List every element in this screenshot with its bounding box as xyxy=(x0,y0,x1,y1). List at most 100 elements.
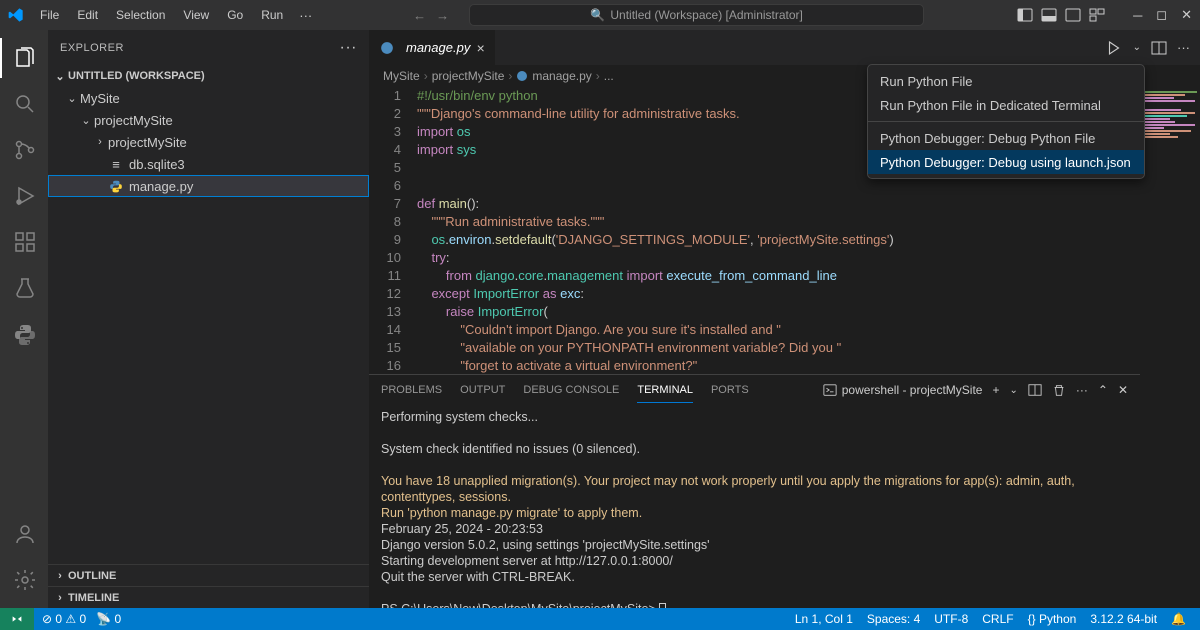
nav-forward-icon[interactable]: → xyxy=(436,8,449,23)
python-file-icon xyxy=(108,178,124,194)
status-item[interactable]: Ln 1, Col 1 xyxy=(795,612,853,626)
panel-tab-terminal[interactable]: TERMINAL xyxy=(637,378,693,403)
workspace-root[interactable]: ⌄ UNTITLED (WORKSPACE) xyxy=(48,65,369,87)
minimap[interactable] xyxy=(1140,87,1200,608)
split-terminal-icon[interactable] xyxy=(1028,383,1042,397)
panel-maximize-icon[interactable]: ⌃ xyxy=(1098,383,1108,397)
breadcrumb-part[interactable]: manage.py xyxy=(532,69,591,83)
menu-selection[interactable]: Selection xyxy=(108,4,173,26)
activity-run-debug[interactable] xyxy=(0,176,48,216)
explorer-more-icon[interactable]: ··· xyxy=(340,39,357,57)
status-item[interactable]: Spaces: 4 xyxy=(867,612,920,626)
status-item[interactable]: CRLF xyxy=(982,612,1013,626)
tab-close-icon[interactable]: × xyxy=(476,40,484,56)
close-window-icon[interactable]: ✕ xyxy=(1181,7,1192,23)
remote-indicator[interactable] xyxy=(0,608,34,630)
layout-panel-icon[interactable] xyxy=(1041,7,1057,23)
status-item[interactable]: UTF-8 xyxy=(934,612,968,626)
status-item[interactable]: {} Python xyxy=(1028,612,1077,626)
breadcrumb-part[interactable]: ... xyxy=(604,69,614,83)
explorer-sidebar: EXPLORER ··· ⌄ UNTITLED (WORKSPACE) ⌄MyS… xyxy=(48,30,369,608)
tree-manage-py[interactable]: manage.py xyxy=(48,175,369,197)
split-editor-icon[interactable] xyxy=(1151,40,1167,56)
menu-edit[interactable]: Edit xyxy=(69,4,106,26)
tab-manage-py[interactable]: manage.py × xyxy=(369,30,496,65)
run-menu-run-python-file[interactable]: Run Python File xyxy=(868,69,1144,93)
explorer-title: EXPLORER xyxy=(60,42,124,54)
panel-tab-problems[interactable]: PROBLEMS xyxy=(381,378,442,402)
status-item[interactable]: 📡 0 xyxy=(96,612,121,626)
chevron-down-icon: ⌄ xyxy=(64,92,80,105)
chevron-down-icon: ⌄ xyxy=(78,114,94,127)
new-terminal-icon[interactable]: + xyxy=(992,383,999,397)
nav-back-icon[interactable]: ← xyxy=(413,8,426,23)
activity-extensions[interactable] xyxy=(0,222,48,262)
editor-more-icon[interactable]: ··· xyxy=(1177,40,1190,55)
activity-accounts[interactable] xyxy=(0,514,48,554)
activity-explorer[interactable] xyxy=(0,38,48,78)
run-dropdown-icon[interactable]: ⌄ xyxy=(1133,42,1141,53)
titlebar: FileEditSelectionViewGoRun ··· ← → 🔍 Unt… xyxy=(0,0,1200,30)
python-file-icon xyxy=(379,40,395,56)
menu-view[interactable]: View xyxy=(175,4,217,26)
menu-file[interactable]: File xyxy=(32,4,67,26)
activity-settings[interactable] xyxy=(0,560,48,600)
run-menu-run-python-file-in-dedicated-terminal[interactable]: Run Python File in Dedicated Terminal xyxy=(868,93,1144,117)
chevron-right-icon: › xyxy=(52,592,68,604)
command-center-text: Untitled (Workspace) [Administrator] xyxy=(610,8,803,22)
python-file-icon xyxy=(516,70,528,82)
activity-search[interactable] xyxy=(0,84,48,124)
status-item[interactable]: 3.12.2 64-bit xyxy=(1090,612,1157,626)
chevron-down-icon: ⌄ xyxy=(52,70,68,83)
tree-projectmysite[interactable]: ⌄projectMySite xyxy=(48,109,369,131)
run-menu-python-debugger-debug-python-file[interactable]: Python Debugger: Debug Python File xyxy=(868,126,1144,150)
terminal-dropdown-icon[interactable]: ⌄ xyxy=(1009,385,1017,396)
file-tree: ⌄ UNTITLED (WORKSPACE) ⌄MySite⌄projectMy… xyxy=(48,65,369,564)
line-gutter: 12345678910111213141516 xyxy=(369,87,417,374)
vscode-logo-icon xyxy=(8,7,24,23)
terminal-shell-label[interactable]: powershell - projectMySite xyxy=(823,383,983,397)
layout-sidebar-left-icon[interactable] xyxy=(1017,7,1033,23)
chevron-right-icon: › xyxy=(52,570,68,582)
breadcrumb-part[interactable]: projectMySite xyxy=(432,69,505,83)
activity-testing[interactable] xyxy=(0,268,48,308)
panel-more-icon[interactable]: ··· xyxy=(1076,383,1088,397)
customize-layout-icon[interactable] xyxy=(1089,7,1105,23)
panel-tab-debug-console[interactable]: DEBUG CONSOLE xyxy=(523,378,619,402)
terminal[interactable]: Performing system checks... System check… xyxy=(369,405,1140,608)
menu-overflow[interactable]: ··· xyxy=(291,4,320,27)
section-outline[interactable]: › OUTLINE xyxy=(48,564,369,586)
panel-tab-output[interactable]: OUTPUT xyxy=(460,378,505,402)
menu-go[interactable]: Go xyxy=(219,4,251,26)
maximize-icon[interactable]: ◻ xyxy=(1156,7,1167,23)
minimize-icon[interactable]: ─ xyxy=(1133,8,1142,23)
tab-label: manage.py xyxy=(406,40,470,55)
tree-projectmysite[interactable]: ›projectMySite xyxy=(48,131,369,153)
panel-close-icon[interactable]: ✕ xyxy=(1118,383,1128,397)
panel-tab-ports[interactable]: PORTS xyxy=(711,378,749,402)
run-dropdown-menu: Run Python FileRun Python File in Dedica… xyxy=(867,64,1145,179)
database-file-icon: ≡ xyxy=(108,156,124,172)
status-bar: ⊘ 0 ⚠ 0 📡 0 Ln 1, Col 1 Spaces: 4 UTF-8 CRLF… xyxy=(0,608,1200,630)
activity-python-env[interactable] xyxy=(0,314,48,354)
breadcrumb-part[interactable]: MySite xyxy=(383,69,420,83)
activity-source-control[interactable] xyxy=(0,130,48,170)
editor-area: manage.py × ⌄ ··· MySite›projectMySite›m… xyxy=(369,30,1200,608)
activity-bar xyxy=(0,30,48,608)
workspace-label: UNTITLED (WORKSPACE) xyxy=(68,70,205,82)
kill-terminal-icon[interactable] xyxy=(1052,383,1066,397)
layout-sidebar-right-icon[interactable] xyxy=(1065,7,1081,23)
tree-mysite[interactable]: ⌄MySite xyxy=(48,87,369,109)
panel-tabs: PROBLEMS OUTPUT DEBUG CONSOLE TERMINAL PORTS… xyxy=(369,375,1140,405)
status-item[interactable]: ⊘ 0 ⚠ 0 xyxy=(42,612,86,626)
section-timeline[interactable]: › TIMELINE xyxy=(48,586,369,608)
status-item[interactable]: 🔔 xyxy=(1171,612,1186,626)
bottom-panel: PROBLEMS OUTPUT DEBUG CONSOLE TERMINAL PORTS… xyxy=(369,374,1140,608)
menu-bar: FileEditSelectionViewGoRun xyxy=(32,4,291,26)
menu-run[interactable]: Run xyxy=(253,4,291,26)
tree-db-sqlite3[interactable]: ≡db.sqlite3 xyxy=(48,153,369,175)
run-menu-python-debugger-debug-using-launch-json[interactable]: Python Debugger: Debug using launch.json xyxy=(868,150,1144,174)
search-icon: 🔍 xyxy=(590,8,605,22)
run-button[interactable] xyxy=(1105,39,1123,57)
command-center[interactable]: 🔍 Untitled (Workspace) [Administrator] xyxy=(469,4,924,26)
